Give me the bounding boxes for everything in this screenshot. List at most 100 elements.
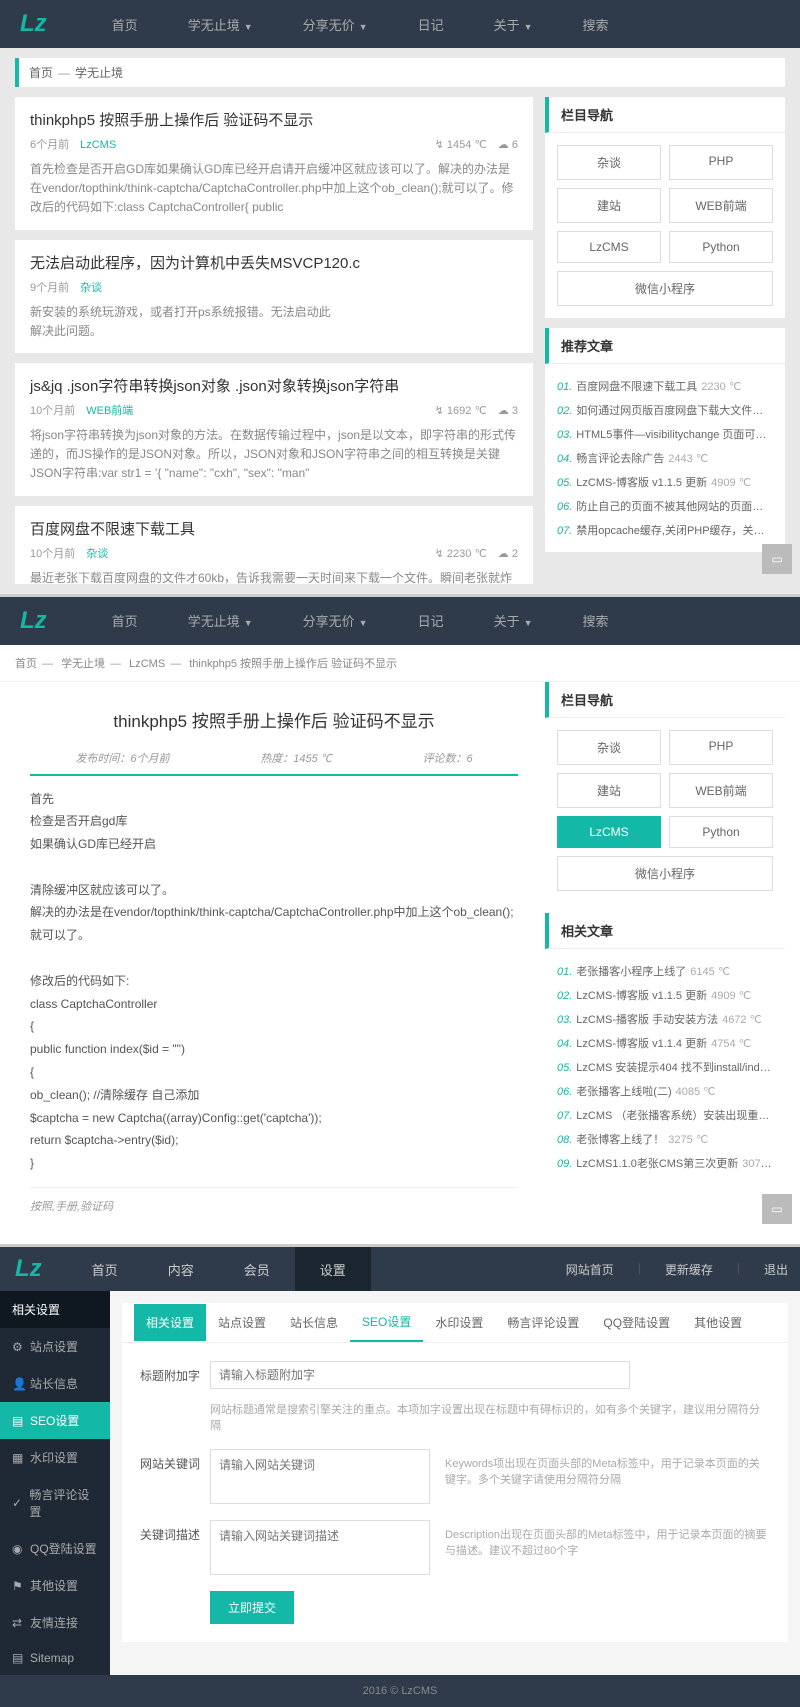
panel-tab[interactable]: SEO设置	[350, 1303, 423, 1342]
rec-item[interactable]: 08.老张博客上线了！3275 ℃	[557, 1127, 773, 1151]
sidebar-item[interactable]: ▤SEO设置	[0, 1402, 110, 1439]
panel-tab[interactable]: 其他设置	[682, 1304, 754, 1341]
footer: 2016 © LzCMS	[0, 1675, 800, 1707]
rec-item[interactable]: 02.LzCMS-博客版 v1.1.5 更新4909 ℃	[557, 983, 773, 1007]
cat-btn[interactable]: 微信小程序	[557, 271, 773, 306]
panel-tab[interactable]: 站点设置	[206, 1304, 278, 1341]
logo[interactable]: Lz	[20, 607, 47, 635]
rec-item[interactable]: 05.LzCMS-博客版 v1.1.5 更新4909 ℃	[557, 470, 773, 494]
rec-item[interactable]: 04.LzCMS-博客版 v1.1.4 更新4754 ℃	[557, 1031, 773, 1055]
panel-tab[interactable]: QQ登陆设置	[591, 1304, 682, 1341]
sidebar-related: 相关文章 01.老张播客小程序上线了6145 ℃02.LzCMS-博客版 v1.…	[545, 913, 785, 1185]
sidebar-item[interactable]: ⇄友情连接	[0, 1604, 110, 1641]
panel-tab[interactable]: 水印设置	[423, 1304, 495, 1341]
rec-item[interactable]: 07.LzCMS （老张播客系统）安装出现重定向...3670 ℃	[557, 1103, 773, 1127]
nav-about[interactable]: 关于▼	[469, 15, 558, 34]
description-input[interactable]	[210, 1520, 430, 1575]
cat-btn[interactable]: WEB前端	[669, 188, 773, 223]
panel-tab[interactable]: 站长信息	[278, 1304, 350, 1341]
rec-item[interactable]: 05.LzCMS 安装提示404 找不到install/index...4303…	[557, 1055, 773, 1079]
admin-tab-content[interactable]: 内容	[143, 1247, 219, 1291]
post-excerpt: 首先检查是否开启GD库如果确认GD库已经开启请开启缓冲区就应该可以了。解决的办法…	[30, 160, 518, 218]
top-nav: Lz 首页 学无止境▼ 分享无价▼ 日记 关于▼ 搜索	[0, 0, 800, 48]
bc-home[interactable]: 首页	[29, 66, 53, 80]
nav-share[interactable]: 分享无价▼	[278, 15, 393, 34]
rec-item[interactable]: 01.老张播客小程序上线了6145 ℃	[557, 959, 773, 983]
mobile-icon[interactable]: ▭	[762, 544, 792, 574]
post-item[interactable]: thinkphp5 按照手册上操作后 验证码不显示 6个月前 LzCMS↯ 14…	[15, 97, 533, 230]
menu-icon: ⚑	[12, 1579, 24, 1593]
menu-icon: 👤	[12, 1377, 24, 1391]
title-suffix-input[interactable]	[210, 1361, 630, 1389]
logo[interactable]: Lz	[15, 1255, 42, 1283]
cat-btn[interactable]: LzCMS	[557, 231, 661, 263]
post-list: thinkphp5 按照手册上操作后 验证码不显示 6个月前 LzCMS↯ 14…	[15, 97, 533, 584]
nav-learn[interactable]: 学无止境▼	[163, 15, 278, 34]
menu-icon: ✓	[12, 1496, 23, 1510]
rec-item[interactable]: 09.LzCMS1.1.0老张CMS第三次更新3077 ℃	[557, 1151, 773, 1175]
link-site[interactable]: 网站首页	[554, 1261, 626, 1278]
panel-tab[interactable]: 畅言评论设置	[495, 1304, 591, 1341]
rec-item[interactable]: 07.禁用opcache缓存,关闭PHP缓存，关闭框...3297 ℃	[557, 518, 773, 542]
post-item[interactable]: 无法启动此程序，因为计算机中丢失MSVCP120.c 9个月前 杂谈 新安装的系…	[15, 240, 533, 353]
rec-item[interactable]: 06.防止自己的页面不被其他网站的页面的ifr...2074 ℃	[557, 494, 773, 518]
menu-icon: ▤	[12, 1651, 24, 1665]
sidebar-item[interactable]: ⚑其他设置	[0, 1567, 110, 1604]
link-logout[interactable]: 退出	[752, 1261, 800, 1278]
rec-item[interactable]: 01.百度网盘不限速下载工具2230 ℃	[557, 374, 773, 398]
submit-button[interactable]: 立即提交	[210, 1591, 294, 1624]
sidebar-categories: 栏目导航 杂谈 PHP 建站 WEB前端 LzCMS Python 微信小程序	[545, 682, 785, 903]
rec-item[interactable]: 03.HTML5事件—visibilitychange 页面可见...2136 …	[557, 422, 773, 446]
sidebar-item[interactable]: ▤Sitemap	[0, 1641, 110, 1675]
sidebar-item[interactable]: ◉QQ登陆设置	[0, 1530, 110, 1567]
menu-icon: ▤	[12, 1414, 24, 1428]
logo[interactable]: Lz	[20, 10, 47, 38]
rec-item[interactable]: 02.如何通过网页版百度网盘下载大文件1530 ℃	[557, 398, 773, 422]
nav-diary[interactable]: 日记	[393, 15, 469, 34]
panel-homepage: Lz 首页 学无止境▼ 分享无价▼ 日记 关于▼ 搜索 首页—学无止境 thin…	[0, 0, 800, 594]
menu-icon: ⇄	[12, 1616, 24, 1630]
chevron-down-icon: ▼	[359, 22, 368, 32]
sidebar-item[interactable]: ▦水印设置	[0, 1439, 110, 1476]
post-item[interactable]: js&jq .json字符串转换json对象 .json对象转换json字符串 …	[15, 363, 533, 496]
panel-tab[interactable]: 相关设置	[134, 1304, 206, 1341]
article-tags: 按照,手册,验证码	[30, 1187, 518, 1214]
top-nav: Lz 首页 学无止境▼ 分享无价▼ 日记 关于▼ 搜索	[0, 597, 800, 645]
article-content: 首先 检查是否开启gd库 如果确认GD库已经开启 清除缓冲区就应该可以了。 解决…	[30, 776, 518, 1188]
post-item[interactable]: 百度网盘不限速下载工具 10个月前 杂谈↯ 2230 ℃ ☁ 2 最近老张下载百…	[15, 506, 533, 584]
nav-home[interactable]: 首页	[87, 15, 163, 34]
chevron-down-icon: ▼	[244, 22, 253, 32]
admin-tab-home[interactable]: 首页	[67, 1247, 143, 1291]
admin-tab-member[interactable]: 会员	[219, 1247, 295, 1291]
seo-form: 标题附加字 网站标题通常是搜索引擎关注的重点。本项加字设置出现在标题中有碍标识的…	[122, 1343, 788, 1642]
article-title: thinkphp5 按照手册上操作后 验证码不显示	[30, 697, 518, 742]
link-cache[interactable]: 更新缓存	[653, 1261, 725, 1278]
cat-btn[interactable]: PHP	[669, 145, 773, 180]
nav-search[interactable]: 搜索	[558, 15, 634, 34]
breadcrumb: 首页— 学无止境— LzCMS— thinkphp5 按照手册上操作后 验证码不…	[15, 655, 785, 671]
keywords-input[interactable]	[210, 1449, 430, 1504]
cat-btn[interactable]: 杂谈	[557, 145, 661, 180]
article-body: thinkphp5 按照手册上操作后 验证码不显示 发布时间：6个月前热度：14…	[15, 682, 533, 1230]
bc-cat: 学无止境	[75, 66, 123, 80]
rec-item[interactable]: 03.LzCMS-播客版 手动安装方法4672 ℃	[557, 1007, 773, 1031]
post-title[interactable]: thinkphp5 按照手册上操作后 验证码不显示	[30, 109, 518, 130]
cat-btn[interactable]: Python	[669, 231, 773, 263]
chevron-down-icon: ▼	[524, 22, 533, 32]
admin-tab-settings[interactable]: 设置	[295, 1247, 371, 1291]
rec-item[interactable]: 04.畅言评论去除广告2443 ℃	[557, 446, 773, 470]
rec-item[interactable]: 06.老张播客上线啦(二)4085 ℃	[557, 1079, 773, 1103]
admin-nav: Lz 首页 内容 会员 设置 网站首页| 更新缓存| 退出	[0, 1247, 800, 1291]
cat-btn[interactable]: 建站	[557, 188, 661, 223]
sidebar-recommended: 推荐文章 01.百度网盘不限速下载工具2230 ℃02.如何通过网页版百度网盘下…	[545, 328, 785, 552]
sidebar-item[interactable]: ✓畅言评论设置	[0, 1476, 110, 1530]
sidebar-item[interactable]: ⚙站点设置	[0, 1328, 110, 1365]
sidebar-item[interactable]: 👤站长信息	[0, 1365, 110, 1402]
settings-tabs: 相关设置站点设置站长信息SEO设置水印设置畅言评论设置QQ登陆设置其他设置	[122, 1303, 788, 1343]
menu-icon: ⚙	[12, 1340, 24, 1354]
menu-icon: ▦	[12, 1451, 24, 1465]
menu-icon: ◉	[12, 1542, 24, 1556]
mobile-icon[interactable]: ▭	[762, 1194, 792, 1224]
sidebar-categories: 栏目导航 杂谈 PHP 建站 WEB前端 LzCMS Python 微信小程序	[545, 97, 785, 318]
panel-article: Lz 首页 学无止境▼ 分享无价▼ 日记 关于▼ 搜索 首页— 学无止境— Lz…	[0, 597, 800, 1245]
